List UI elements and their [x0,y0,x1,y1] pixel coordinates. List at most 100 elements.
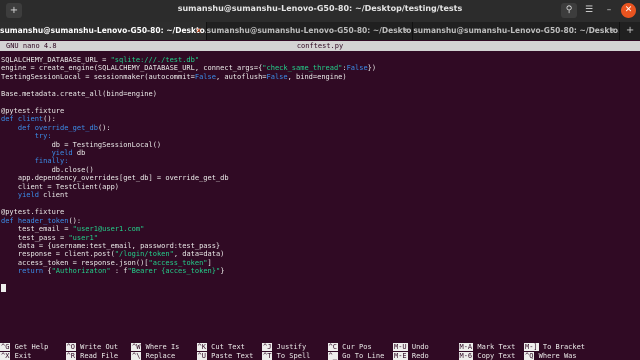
shortcut-item[interactable]: ^K Cut Text [196,343,263,352]
code-token: yield [51,148,73,157]
code-token: finally: [34,157,69,166]
code-token: db = TestingSessionLocal() [1,140,162,149]
code-line: access_token = response.json()["access_t… [1,259,637,267]
text-cursor [1,284,6,293]
shortcut-bar: ^G Get Help ^O Write Out ^W Where Is ^K Cut… [0,343,640,360]
code-token: (): [43,115,56,124]
shortcut-key: ^\ [131,351,142,360]
code-token: Base.metadata.create_all(bind=engine) [1,89,157,98]
shortcut-item[interactable]: ^R Read File [65,351,132,360]
tab-bar: sumanshu@sumanshu-Lenovo-G50-80: ~/Deskt… [0,22,640,40]
shortcut-item[interactable]: ^_ Go To Line [327,351,394,360]
code-token: yield [17,191,39,200]
shortcut-item[interactable]: ^X Exit [0,351,66,360]
shortcut-item[interactable]: ^W Where Is [131,343,197,352]
window-title: sumanshu@sumanshu-Lenovo-G50-80: ~/Deskt… [177,4,463,13]
shortcut-item[interactable]: M-U Undo [393,343,459,352]
code-line: @pytest.fixture [1,107,637,115]
code-line: return {"Authorizaton" : f"Bearer {acces… [1,267,637,275]
hamburger-menu-icon[interactable]: ☰ [581,3,597,18]
shortcut-item[interactable]: M-6 Copy Text [458,351,525,360]
shortcut-item[interactable]: M-E Redo [393,351,459,360]
tab-label: sumanshu@sumanshu-Lenovo-G50-80: ~/Deskt… [413,26,621,35]
code-token: False [266,72,288,81]
code-token: db [72,148,86,157]
titlebar-controls: ⚲ ☰ – ✕ [561,3,636,18]
code-line: try: [1,132,637,140]
tab-terminal-3[interactable]: sumanshu@sumanshu-Lenovo-G50-80: ~/Deskt… [413,22,621,40]
shortcut-label: Cur Pos [337,343,372,351]
search-icon[interactable]: ⚲ [561,3,577,18]
shortcut-item[interactable]: ^G Get Help [0,343,66,352]
window-titlebar: + sumanshu@sumanshu-Lenovo-G50-80: ~/Des… [0,0,640,22]
code-line: finally: [1,157,637,165]
shortcut-label: Where Is [141,343,180,351]
shortcut-label: Write Out [75,343,119,351]
code-token: try: [34,132,52,141]
code-line: Base.metadata.create_all(bind=engine) [1,90,637,98]
shortcut-item[interactable]: M-A Mark Text [458,343,525,352]
shortcut-label: Read File [75,351,119,360]
code-token: , autoflush= [215,72,267,81]
shortcut-item[interactable]: M-] To Bracket [524,343,590,352]
code-token: "Bearer {acces_token}" [127,267,221,276]
shortcut-item[interactable]: ^\ Replace [131,351,197,360]
code-token: client [17,115,44,124]
shortcut-label: Replace [141,351,176,360]
shortcut-label: Redo [407,351,429,360]
tab-label: sumanshu@sumanshu-Lenovo-G50-80: ~/Deskt… [0,26,207,35]
code-token: test_pass = [1,233,69,242]
shortcut-key: M-A [458,343,474,351]
code-token: "user1@user1.com" [72,225,145,234]
code-line [1,284,637,293]
shortcut-item[interactable]: ^T To Spell [262,351,328,360]
minimize-icon[interactable]: – [601,3,617,18]
shortcut-label: Justify [272,343,307,351]
code-token: SQLALCHEMY_DATABASE_URL = [1,56,111,64]
tab-terminal-2[interactable]: sumanshu@sumanshu-Lenovo-G50-80: ~/Deskt… [207,22,414,40]
code-token: response = client.post( [1,250,115,259]
code-token: db.close() [1,165,94,174]
close-tab-icon[interactable]: ✕ [609,22,615,40]
close-icon[interactable]: ✕ [621,3,636,18]
shortcut-key: ^K [196,343,207,351]
shortcut-key: ^W [131,343,142,351]
tab-terminal-1[interactable]: sumanshu@sumanshu-Lenovo-G50-80: ~/Deskt… [0,22,207,40]
close-tab-icon[interactable]: ✕ [196,22,202,40]
shortcut-key: M-6 [458,351,474,360]
shortcut-key: M-] [524,343,539,351]
close-tab-icon[interactable]: ✕ [402,22,408,40]
code-line: def override_get_db(): [1,124,637,132]
code-token: "check_same_thread" [262,64,343,73]
shortcut-label: Paste Text [206,351,254,360]
shortcut-item[interactable]: ^C Cur Pos [327,343,394,352]
code-token: "user1" [68,233,98,242]
shortcut-item[interactable]: ^O Write Out [65,343,132,352]
code-token: False [194,72,216,81]
code-line: app.dependency_overrides[get_db] = overr… [1,174,637,182]
code-token: , bind=engine) [287,72,347,81]
code-line: response = client.post("/login/token", d… [1,250,637,258]
code-editor[interactable]: SQLALCHEMY_DATABASE_URL = "sqlite:///./t… [1,56,637,293]
code-line: yield db [1,149,637,157]
shortcut-row: ^X Exit ^R Read File ^\ Replace ^U Paste Te… [0,351,640,360]
add-tab-icon[interactable]: + [620,22,640,40]
code-token: TestingSessionLocal = sessionmaker(autoc… [1,72,195,81]
shortcut-item[interactable]: ^U Paste Text [196,351,263,360]
code-line: db.close() [1,166,637,174]
shortcut-item[interactable]: ^Q Where Was [524,351,590,360]
shortcut-key: ^C [327,343,338,351]
shortcut-key: M-E [393,351,408,360]
code-line: data = {username:test_email, password:te… [1,242,637,250]
shortcut-key: ^G [0,343,11,351]
shortcut-item[interactable]: ^J Justify [262,343,328,352]
code-token: def [1,216,18,225]
code-token: override_get_db [34,123,98,132]
code-token: data = {username:test_email, password:te… [1,241,221,250]
